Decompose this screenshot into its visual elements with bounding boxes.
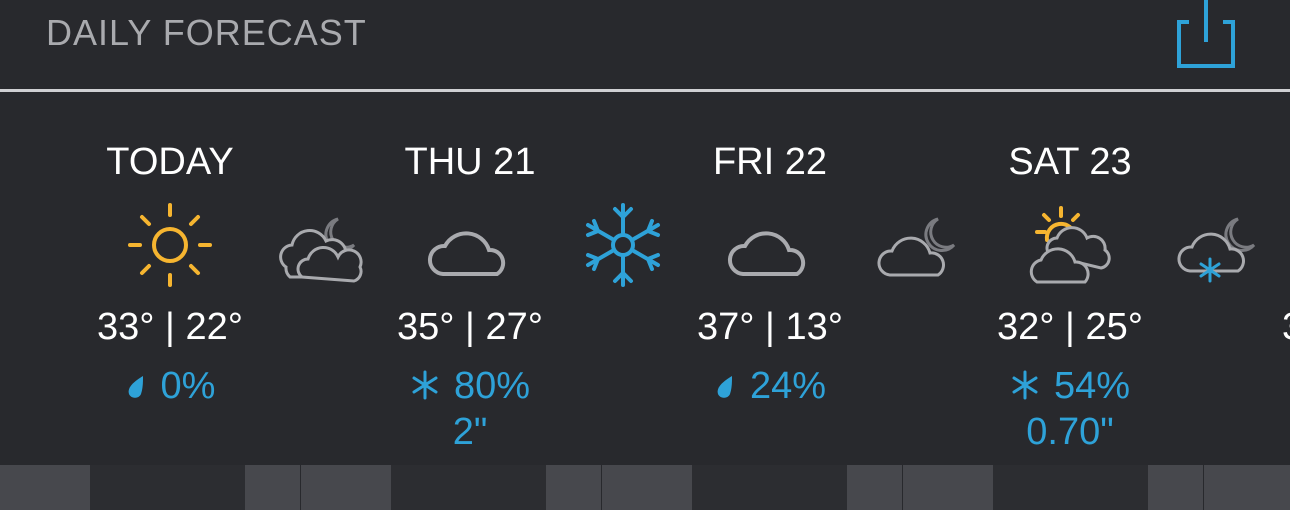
partly-cloudy-night-icon	[279, 217, 363, 283]
temperature-range: 35° | 27°	[397, 306, 543, 348]
timeline-segment	[0, 465, 90, 510]
timeline-segment	[546, 465, 601, 510]
temperature-range: 33° | 22°	[97, 306, 243, 348]
snow-accumulation: 2"	[452, 410, 488, 453]
precipitation: 54% 0.70"	[920, 364, 1220, 454]
partly-cloudy-night-icon	[877, 217, 956, 277]
sun-icon	[128, 203, 212, 287]
timeline-segment	[1148, 465, 1203, 510]
day-label: THU 21	[404, 141, 536, 183]
precipitation: 80% 2"	[320, 364, 620, 454]
timeline-segment	[1204, 465, 1290, 510]
snow-accumulation: 0.70"	[1026, 410, 1114, 453]
header-divider	[0, 89, 1290, 92]
timeline-segment	[245, 465, 300, 510]
precip-chance: 0%	[160, 365, 216, 407]
timeline-segment	[692, 465, 847, 510]
partly-sunny-icon	[1029, 206, 1111, 284]
forecast-day[interactable]: FRI 22	[620, 140, 920, 184]
timeline-segment	[602, 465, 692, 510]
timeline-segment	[847, 465, 902, 510]
next-day-temperature-partial: 3	[1282, 306, 1290, 349]
snowflake-small-icon	[410, 366, 440, 410]
snowflake-icon	[586, 203, 660, 287]
forecast-day[interactable]: SAT 23	[920, 140, 1220, 184]
forecast-day[interactable]: THU 21	[320, 140, 620, 184]
timeline-segment	[301, 465, 391, 510]
precip-chance: 80%	[453, 365, 531, 407]
day-label: TODAY	[106, 141, 234, 183]
temperature-range: 37° | 13°	[697, 306, 843, 348]
share-icon	[1177, 0, 1235, 68]
raindrop-icon	[125, 366, 147, 410]
cloud-icon	[427, 231, 506, 276]
raindrop-icon	[714, 366, 736, 410]
timeline-segment	[90, 465, 245, 510]
cloud-icon	[727, 231, 806, 276]
day-label: SAT 23	[1008, 141, 1132, 183]
share-button[interactable]	[1176, 0, 1238, 70]
snowflake-small-icon	[1010, 366, 1040, 410]
precipitation: 0%	[20, 364, 320, 410]
day-label: FRI 22	[712, 141, 828, 183]
precipitation: 24%	[620, 364, 920, 410]
precip-chance: 54%	[1053, 365, 1131, 407]
timeline-segment	[993, 465, 1148, 510]
timeline-segment	[903, 465, 993, 510]
snow-night-icon	[1177, 217, 1256, 283]
header: DAILY FORECAST	[0, 0, 1290, 90]
temperature-range: 32° | 25°	[997, 306, 1143, 348]
precip-chance: 24%	[749, 365, 827, 407]
section-title: DAILY FORECAST	[46, 12, 367, 53]
forecast-day[interactable]: TODAY	[20, 140, 320, 184]
timeline-segment	[391, 465, 546, 510]
